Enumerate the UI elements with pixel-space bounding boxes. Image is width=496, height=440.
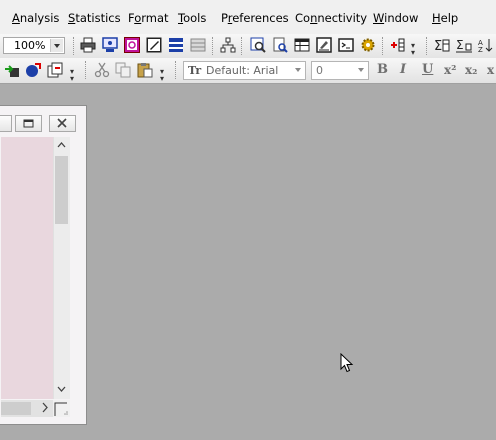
resize-grip-icon xyxy=(54,402,68,416)
terminal-icon[interactable] xyxy=(338,37,354,53)
zoom-data-icon[interactable] xyxy=(272,37,288,53)
sort-icon[interactable]: A Z xyxy=(478,37,494,53)
chevron-down-icon[interactable] xyxy=(50,39,63,52)
document-area[interactable] xyxy=(1,137,53,399)
import-icon[interactable] xyxy=(4,62,20,78)
close-icon xyxy=(57,118,67,128)
toolbar-separator xyxy=(241,37,245,55)
menu-preferences[interactable]: Preferences xyxy=(221,11,289,25)
zoom-value: 100% xyxy=(14,39,46,52)
menu-help[interactable]: Help xyxy=(432,11,458,25)
toolbar-separator xyxy=(175,61,179,79)
menu-format[interactable]: Format xyxy=(128,11,169,25)
child-window xyxy=(0,105,87,425)
mouse-cursor-icon xyxy=(340,353,354,373)
chevron-down-icon[interactable] xyxy=(292,63,303,78)
scroll-down-icon[interactable] xyxy=(57,384,66,393)
table-icon[interactable] xyxy=(294,37,310,53)
gear-icon[interactable] xyxy=(360,37,376,53)
scroll-thumb[interactable] xyxy=(55,156,68,224)
minimize-button[interactable] xyxy=(0,115,12,132)
add-column-icon[interactable] xyxy=(390,37,406,53)
restore-icon xyxy=(23,119,34,128)
standard-toolbar: 100% ▾ ▾ Σ Σ A Z xyxy=(0,34,496,59)
format-more-button[interactable]: x xyxy=(487,62,494,78)
statistics-icon[interactable]: Σ xyxy=(456,37,472,53)
search-icon[interactable] xyxy=(250,37,266,53)
menu-tools[interactable]: Tools xyxy=(178,11,206,25)
truetype-icon: Tr xyxy=(188,64,202,77)
bold-button[interactable]: B xyxy=(377,62,388,78)
graph-icon[interactable] xyxy=(124,37,140,53)
notes-icon[interactable] xyxy=(146,37,162,53)
toolbar-separator xyxy=(382,37,386,55)
format-toolbar: ▾ ▾ ▾ ▾ Tr Default: Arial 0 B I U x² x₂ x xyxy=(0,58,496,84)
horizontal-scrollbar[interactable] xyxy=(1,400,53,417)
toolbar-overflow-icon[interactable]: ▾ ▾ xyxy=(160,68,165,83)
hscroll-thumb[interactable] xyxy=(1,402,31,415)
resize-grip[interactable] xyxy=(53,400,70,417)
print-icon[interactable] xyxy=(80,37,96,53)
toolbar-overflow-icon[interactable]: ▾ ▾ xyxy=(411,42,416,57)
toolbar-separator xyxy=(426,37,430,55)
restore-button[interactable] xyxy=(15,115,42,132)
close-button[interactable] xyxy=(49,115,76,132)
menu-window[interactable]: Window xyxy=(373,11,418,25)
menu-statistics[interactable]: Statistics xyxy=(68,11,121,25)
font-name-combobox[interactable]: Tr Default: Arial xyxy=(183,61,306,80)
svg-text:Z: Z xyxy=(478,46,483,53)
toolbar-separator xyxy=(73,37,77,55)
paste-icon[interactable] xyxy=(137,62,153,78)
underline-button[interactable]: U xyxy=(422,62,433,78)
menu-connectivity[interactable]: Connectivity xyxy=(295,11,367,25)
layout-icon[interactable] xyxy=(168,37,184,53)
duplicate-icon[interactable] xyxy=(47,62,63,78)
chevron-down-icon[interactable] xyxy=(355,63,366,78)
toolbar-overflow-icon[interactable]: ▾ ▾ xyxy=(70,68,75,83)
scroll-right-icon[interactable] xyxy=(41,402,50,416)
font-size-combobox[interactable]: 0 xyxy=(311,61,369,80)
toolbar-separator xyxy=(85,61,89,79)
menu-analysis[interactable]: Analysis xyxy=(12,11,59,25)
tree-icon[interactable] xyxy=(220,37,236,53)
window-icon[interactable] xyxy=(190,37,206,53)
svg-text:Σ: Σ xyxy=(456,38,464,52)
copy-icon[interactable] xyxy=(115,62,131,78)
append-icon[interactable] xyxy=(25,62,41,78)
cut-icon[interactable] xyxy=(94,62,110,78)
preview-icon[interactable] xyxy=(102,37,118,53)
subscript-button[interactable]: x₂ xyxy=(465,62,477,78)
menu-bar: Analysis Statistics Format Tools Prefere… xyxy=(0,0,496,34)
vertical-scrollbar[interactable] xyxy=(53,137,70,399)
script-icon[interactable] xyxy=(316,37,332,53)
toolbar-separator xyxy=(212,37,216,55)
italic-button[interactable]: I xyxy=(400,62,406,78)
scroll-up-icon[interactable] xyxy=(57,141,66,150)
sum-icon[interactable]: Σ xyxy=(434,37,450,53)
svg-text:Σ: Σ xyxy=(434,39,442,53)
zoom-combobox[interactable]: 100% xyxy=(3,37,65,54)
superscript-button[interactable]: x² xyxy=(444,62,456,78)
